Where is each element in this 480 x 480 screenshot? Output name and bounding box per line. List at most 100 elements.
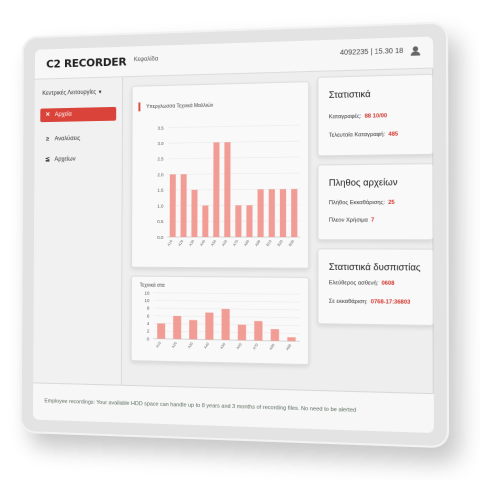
x-tick-label: A40 [199,239,206,247]
status-footer: Employee recordings: Your available HDD … [32,382,434,434]
sidebar-dropdown[interactable]: Κεντρικές Λειτουργίες ▼ [42,90,102,97]
stats-row-label: Καταγραφές: [328,113,362,121]
y-tick-label: 2 [147,329,150,334]
sidebar-item-archive[interactable]: ≦ Αρχείων [40,152,116,167]
y-tick-label: 1.5 [157,188,164,193]
y-tick-label: 3.0 [158,141,165,146]
bar [180,174,187,238]
bar [189,320,198,340]
bar [235,205,242,238]
y-tick-label: 2.0 [157,172,164,177]
bar [157,324,166,340]
device-frame: C2 RECORDER Κεφαλίδα 4092235 | 15.30 18 … [19,21,450,449]
y-tick-label: 2.5 [157,157,164,162]
storage-row-label: Ελεύθερος ασθενή: [328,280,379,287]
x-tick-label: A70 [252,343,259,351]
analysis-icon: ≥ [46,136,50,143]
x-tick-label: A10 [155,341,162,349]
x-tick-label: A30 [187,342,194,350]
x-tick-label: B30 [288,239,295,247]
bar [170,174,177,238]
sidebar-item-label: Αρχεία [54,111,72,119]
main-chart-panel: Υπεργλωσσα Τεχνικά Μαλλιών 3.5 3.0 2.5 2.0 1… [131,81,310,269]
sidebar-item-label: Αναλύσεις [54,136,81,143]
stats-row-value: 485 [388,131,399,138]
sidebar-item-analysis[interactable]: ≥ Αναλύσεις [40,131,116,146]
gridline [167,173,299,174]
user-icon[interactable] [410,46,421,57]
storage-row-free: Ελεύθερος ασθενή: 0608 [329,280,395,287]
bar [237,324,247,341]
bar [246,205,253,238]
sidebar-item-files[interactable]: ✕ Αρχεία [40,106,117,123]
gridline [168,141,300,143]
storage-stats-card-title: Στατιστικά δυσπιστίας [328,261,421,273]
small-chart-panel: Τεχνικά στα 10 10 8 6 4 2 0 A10 A20 A30 A40 A50 A60 A… [130,275,310,366]
x-tick-label: A80 [269,343,276,351]
sidebar-item-label: Αρχείων [54,156,76,163]
files-count-card-title: Πληθος αρχείων [328,177,398,188]
breadcrumb: Κεφαλίδα [133,56,159,64]
storage-status-message: Employee recordings: Your available HDD … [44,398,357,414]
x-tick-label: A20 [177,239,184,247]
bar [279,189,287,238]
files-row-value: 25 [388,199,395,207]
files-count-card: Πληθος αρχείων Πλήθος Εκκαθάρισης: 25 Πλε… [317,163,434,241]
storage-stats-card: Στατιστικά δυσπιστίας Ελεύθερος ασθενή: 0… [317,248,434,327]
y-tick-label: 10 [145,298,150,303]
bar [287,337,296,342]
storage-row-cleanup: Σε εκκαθάριση: 0768-17:36803 [329,299,411,306]
x-tick-label: A30 [188,239,195,247]
x-tick-label: A50 [210,239,217,247]
main-bar-chart: 3.5 3.0 2.5 2.0 1.5 1.0 0.5 0.0A10 A20 A30 A40 A50 A… [157,82,308,247]
x-tick-label: B10 [265,239,272,247]
archive-icon: ≦ [45,157,50,163]
files-icon: ✕ [45,112,51,119]
app-logo[interactable]: C2 RECORDER [46,56,126,71]
y-tick-label: 0.5 [157,219,164,224]
stats-row-last-recording: Τελευταία Καταγραφή: 485 [329,131,398,138]
bar [173,315,182,339]
bar [191,189,198,237]
stats-row-recordings: Καταγραφές: 88 10/00 [329,113,387,120]
bar [291,189,298,238]
gridline [153,293,299,295]
files-row-label: Πλήθος Εκκαθάρισης: [328,199,385,207]
files-row-useful: Πλεον Χρήσιμα 7 [329,217,374,223]
sidebar-dropdown-label: Κεντρικές Λειτουργίες [42,89,97,97]
x-tick-label: A90 [254,239,261,247]
gridline [153,300,300,302]
bar [254,321,263,341]
y-tick-label: 8 [147,306,150,311]
y-tick-label: 6 [147,313,150,318]
storage-row-label: Σε εκκαθάριση: [328,298,368,306]
x-tick-label: A90 [285,343,292,351]
stats-row-label: Τελευταία Καταγραφή: [328,131,386,139]
y-tick-label: 0.0 [157,235,164,240]
stats-card: Στατιστικά Καταγραφές: 88 10/00 Τελευταία… [317,73,434,157]
top-bar: C2 RECORDER Κεφαλίδα 4092235 | 15.30 18 [34,36,434,80]
x-tick-label: A60 [221,239,228,247]
gridline [168,125,300,127]
storage-row-value: 0608 [381,280,395,287]
y-tick-label: 4 [147,321,150,326]
gridline [167,157,299,159]
x-tick-label: A40 [203,342,210,350]
sidebar: Κεντρικές Λειτουργίες ▼ ✕ Αρχεία ≥ Αναλύ… [33,77,124,385]
x-tick-label: B20 [277,239,284,247]
bar [221,308,230,341]
bar [270,329,280,341]
files-row-value: 7 [371,217,375,224]
app-screen: C2 RECORDER Κεφαλίδα 4092235 | 15.30 18 … [32,36,434,434]
y-tick-label: 3.5 [158,125,165,130]
y-tick-label: 0 [147,336,150,341]
bar [257,189,264,238]
datetime-stamp: 4092235 | 15.30 18 [339,47,404,57]
y-tick-label: 10 [145,290,150,295]
storage-row-value: 0768-17:36803 [370,299,411,306]
chevron-down-icon: ▼ [97,89,103,96]
small-bar-chart: 10 10 8 6 4 2 0 A10 A20 A30 A40 A50 A60 A70 A80 A90 [145,290,308,351]
x-tick-label: A80 [243,239,250,247]
bar [224,142,231,238]
y-tick-label: 1.0 [157,203,164,208]
